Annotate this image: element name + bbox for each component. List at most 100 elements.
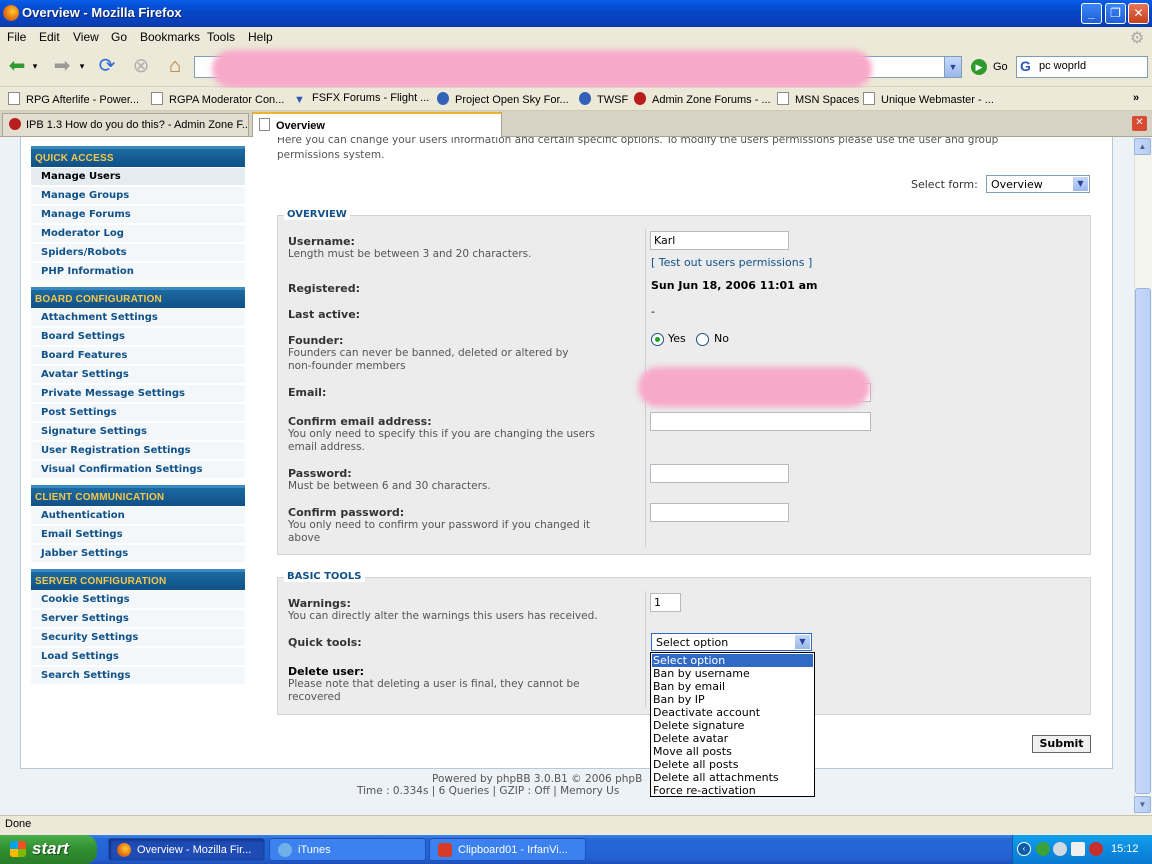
maximize-button[interactable]: ❐: [1105, 3, 1126, 24]
confirm-password-input[interactable]: [650, 503, 789, 522]
info-icon: [579, 92, 591, 105]
sidebar-item-manage-groups[interactable]: Manage Groups: [31, 187, 245, 205]
sidebar-item-board-settings[interactable]: Board Settings: [31, 328, 245, 346]
throbber-icon: ⚙: [1130, 30, 1145, 47]
sidebar-item-private-message-settings[interactable]: Private Message Settings: [31, 385, 245, 403]
reload-icon[interactable]: ⟳: [94, 54, 120, 78]
sidebar-item-signature-settings[interactable]: Signature Settings: [31, 423, 245, 441]
sidebar-item-security-settings[interactable]: Security Settings: [31, 629, 245, 647]
status-text: Done: [5, 818, 32, 830]
quick-tools-option[interactable]: Force re-activation: [652, 784, 813, 797]
back-icon[interactable]: ⬅: [4, 54, 30, 78]
quick-tools-option[interactable]: Ban by email: [652, 680, 813, 693]
tray-security-icon[interactable]: [1089, 842, 1103, 856]
irfanview-icon: [438, 843, 452, 857]
sidebar-item-post-settings[interactable]: Post Settings: [31, 404, 245, 422]
scroll-down-icon[interactable]: ▼: [1134, 796, 1151, 813]
menu-tools[interactable]: Tools: [207, 30, 235, 44]
scrollbar-thumb[interactable]: [1135, 288, 1151, 794]
bookmark-item[interactable]: Project Open Sky For...: [437, 92, 569, 106]
tab-ipb[interactable]: IPB 1.3 How do you do this? - Admin Zone…: [2, 113, 249, 136]
sidebar-item-spiders-robots[interactable]: Spiders/Robots: [31, 244, 245, 262]
close-button[interactable]: ✕: [1128, 3, 1149, 24]
stop-icon[interactable]: ⊗: [128, 54, 154, 78]
username-input[interactable]: Karl: [650, 231, 789, 250]
quick-tools-option[interactable]: Delete avatar: [652, 732, 813, 745]
founder-yes-radio[interactable]: [651, 333, 664, 346]
menu-help[interactable]: Help: [248, 30, 273, 44]
sidebar-item-email-settings[interactable]: Email Settings: [31, 526, 245, 544]
taskbar-item-irfanview[interactable]: Clipboard01 - IrfanVi...: [429, 838, 586, 861]
sidebar-item-jabber-settings[interactable]: Jabber Settings: [31, 545, 245, 563]
sidebar-item-avatar-settings[interactable]: Avatar Settings: [31, 366, 245, 384]
tray-volume-icon[interactable]: [1053, 842, 1067, 856]
tab-overview[interactable]: Overview: [252, 112, 502, 137]
sidebar-item-server-settings[interactable]: Server Settings: [31, 610, 245, 628]
delete-user-hint-line2: recovered: [288, 691, 341, 703]
sidebar-item-user-registration-settings[interactable]: User Registration Settings: [31, 442, 245, 460]
home-icon[interactable]: ⌂: [162, 54, 188, 78]
sidebar-item-search-settings[interactable]: Search Settings: [31, 667, 245, 685]
bookmark-item[interactable]: TWSF: [579, 92, 628, 106]
menu-edit[interactable]: Edit: [39, 30, 60, 44]
bookmark-item[interactable]: ▼ FSFX Forums - Flight ...: [294, 92, 429, 107]
quick-tools-option[interactable]: Move all posts: [652, 745, 813, 758]
taskbar-item-itunes[interactable]: iTunes: [269, 838, 426, 861]
footer-powered-by: Powered by phpBB 3.0.B1 © 2006 phpB: [432, 773, 643, 785]
forward-dropdown-icon[interactable]: ▾: [75, 54, 89, 78]
quick-tools-option[interactable]: Select option: [652, 654, 813, 667]
go-icon[interactable]: ▶: [971, 59, 987, 75]
menu-bookmarks[interactable]: Bookmarks: [140, 30, 200, 44]
confirm-email-label: Confirm email address:: [288, 415, 432, 428]
forward-icon[interactable]: ➡: [49, 54, 75, 78]
intro-text-line1: Here you can change your users informati…: [277, 137, 999, 146]
tray-collapse-icon[interactable]: ‹: [1017, 842, 1031, 856]
quick-tools-select[interactable]: Select option ▼: [651, 633, 812, 651]
bookmark-item[interactable]: Admin Zone Forums - ...: [634, 92, 771, 106]
back-dropdown-icon[interactable]: ▾: [28, 54, 42, 78]
address-dropdown-icon[interactable]: ▼: [944, 57, 961, 77]
confirm-password-hint-line1: You only need to confirm your password i…: [288, 519, 590, 531]
chevron-more-icon[interactable]: »: [1133, 92, 1139, 104]
minimize-button[interactable]: _: [1081, 3, 1102, 24]
quick-tools-option[interactable]: Delete signature: [652, 719, 813, 732]
founder-no-radio[interactable]: [696, 333, 709, 346]
menu-go[interactable]: Go: [111, 30, 127, 44]
sidebar-item-manage-users[interactable]: Manage Users: [31, 168, 245, 186]
bookmark-item[interactable]: MSN Spaces: [777, 92, 859, 106]
sidebar-item-php-information[interactable]: PHP Information: [31, 263, 245, 281]
sidebar-item-visual-confirmation-settings[interactable]: Visual Confirmation Settings: [31, 461, 245, 479]
tray-mail-icon[interactable]: [1071, 842, 1085, 856]
close-tab-icon[interactable]: ✕: [1132, 116, 1147, 131]
sidebar-item-attachment-settings[interactable]: Attachment Settings: [31, 309, 245, 327]
go-button[interactable]: Go: [993, 61, 1008, 73]
warnings-input[interactable]: 1: [650, 593, 681, 612]
bookmark-item[interactable]: RPG Afterlife - Power...: [8, 92, 139, 106]
quick-tools-option[interactable]: Ban by username: [652, 667, 813, 680]
password-input[interactable]: [650, 464, 789, 483]
sidebar-item-board-features[interactable]: Board Features: [31, 347, 245, 365]
bookmark-item[interactable]: RGPA Moderator Con...: [151, 92, 284, 106]
confirm-email-hint-line2: email address.: [288, 441, 365, 453]
confirm-email-input[interactable]: [650, 412, 871, 431]
sidebar-item-cookie-settings[interactable]: Cookie Settings: [31, 591, 245, 609]
menu-view[interactable]: View: [73, 30, 99, 44]
scroll-up-icon[interactable]: ▲: [1134, 138, 1151, 155]
quick-tools-option[interactable]: Delete all attachments: [652, 771, 813, 784]
sidebar-item-moderator-log[interactable]: Moderator Log: [31, 225, 245, 243]
menu-file[interactable]: File: [7, 30, 26, 44]
chevron-down-icon: ▼: [795, 635, 810, 649]
taskbar-item-firefox[interactable]: Overview - Mozilla Fir...: [108, 838, 265, 861]
test-permissions-link[interactable]: Test out users permissions: [659, 256, 805, 269]
google-search-icon[interactable]: G: [1020, 58, 1036, 75]
quick-tools-option[interactable]: Deactivate account: [652, 706, 813, 719]
tray-network-icon[interactable]: [1036, 842, 1050, 856]
quick-tools-option[interactable]: Ban by IP: [652, 693, 813, 706]
sidebar-item-manage-forums[interactable]: Manage Forums: [31, 206, 245, 224]
sidebar-item-authentication[interactable]: Authentication: [31, 507, 245, 525]
select-form-dropdown[interactable]: Overview ▼: [986, 175, 1090, 193]
quick-tools-option[interactable]: Delete all posts: [652, 758, 813, 771]
bookmark-item[interactable]: Unique Webmaster - ...: [863, 92, 994, 106]
submit-button[interactable]: Submit: [1032, 735, 1091, 753]
sidebar-item-load-settings[interactable]: Load Settings: [31, 648, 245, 666]
